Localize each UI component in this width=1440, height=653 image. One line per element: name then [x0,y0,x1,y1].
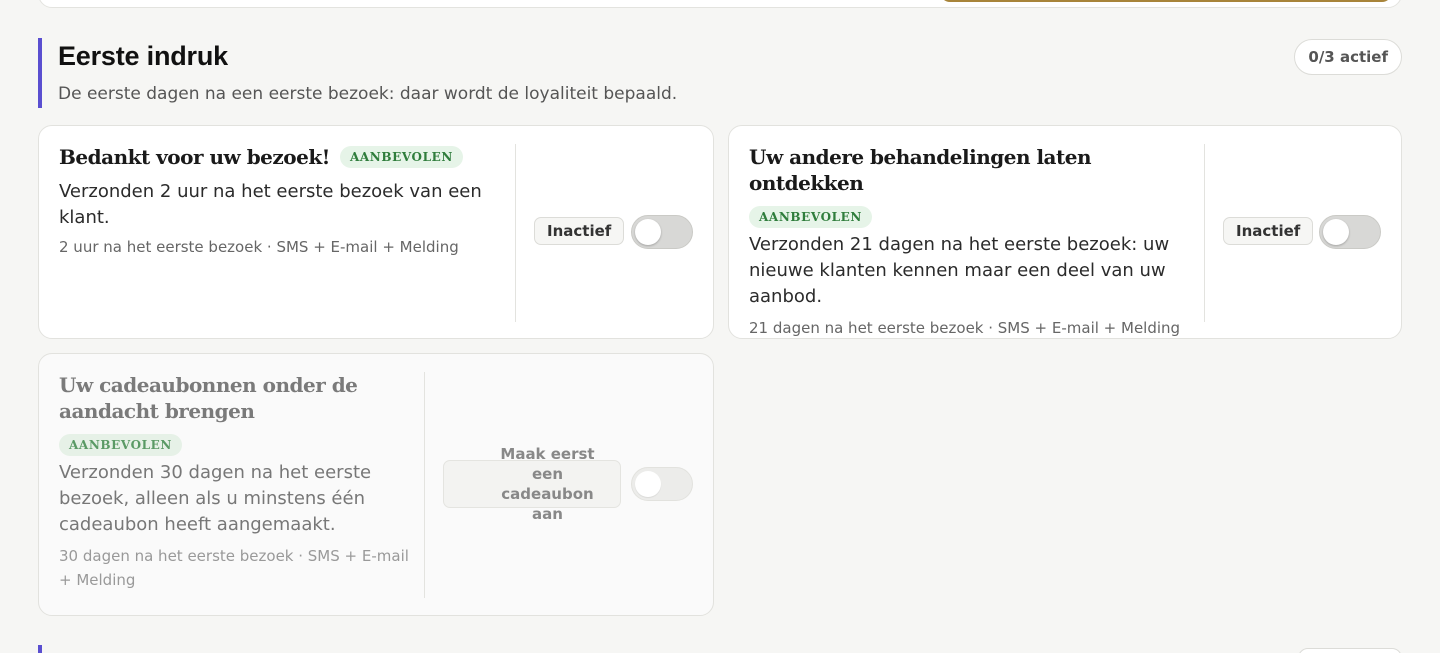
recommended-badge: AANBEVOLEN [59,434,182,456]
section-title: Eerste indruk [58,41,228,71]
automation-card: Bedankt voor uw bezoek! AANBEVOLEN Verzo… [38,125,714,339]
card-title: Bedankt voor uw bezoek! [59,145,330,169]
status-pill: Inactief [1223,217,1314,245]
automation-card: Uw andere behandelingen laten ontdekken … [728,125,1402,339]
activation-toggle[interactable] [1319,215,1381,249]
card-description: Verzonden 2 uur na het eerste bezoek van… [59,181,482,228]
card-divider [515,144,516,322]
card-description: Verzonden 21 dagen na het eerste bezoek:… [749,234,1170,307]
card-title: Uw cadeaubonnen onder de aandacht brenge… [59,373,358,423]
recommended-badge: AANBEVOLEN [749,206,872,228]
card-title: Uw andere behandelingen laten ontdekken [749,145,1092,195]
activation-toggle[interactable] [631,467,693,501]
status-pill: Maak eerst een cadeaubon aan [443,445,621,523]
automation-card: Uw cadeaubonnen onder de aandacht brenge… [38,353,714,616]
card-meta: 21 dagen na het eerste bezoek · SMS + E-… [749,319,1181,337]
card-meta: 30 dagen na het eerste bezoek · SMS + E-… [59,547,409,589]
next-section-accent [38,645,42,653]
card-description: Verzonden 30 dagen na het eerste bezoek,… [59,462,372,535]
section-header: Eerste indruk De eerste dagen na een eer… [38,38,1402,108]
recommended-badge: AANBEVOLEN [339,146,463,168]
toggle-knob [635,219,661,245]
section-subtitle: De eerste dagen na een eerste bezoek: da… [58,84,678,104]
status-pill: Inactief [534,217,625,245]
primary-action-button[interactable] [940,0,1392,2]
active-count-badge: 0/3 actief [1294,39,1402,75]
next-section-count-badge [1298,648,1402,653]
card-meta: 2 uur na het eerste bezoek · SMS + E-mai… [59,238,459,256]
toggle-knob [635,471,661,497]
card-divider [1204,144,1205,322]
card-divider [424,372,425,598]
activation-toggle[interactable] [631,215,693,249]
toggle-knob [1323,219,1349,245]
